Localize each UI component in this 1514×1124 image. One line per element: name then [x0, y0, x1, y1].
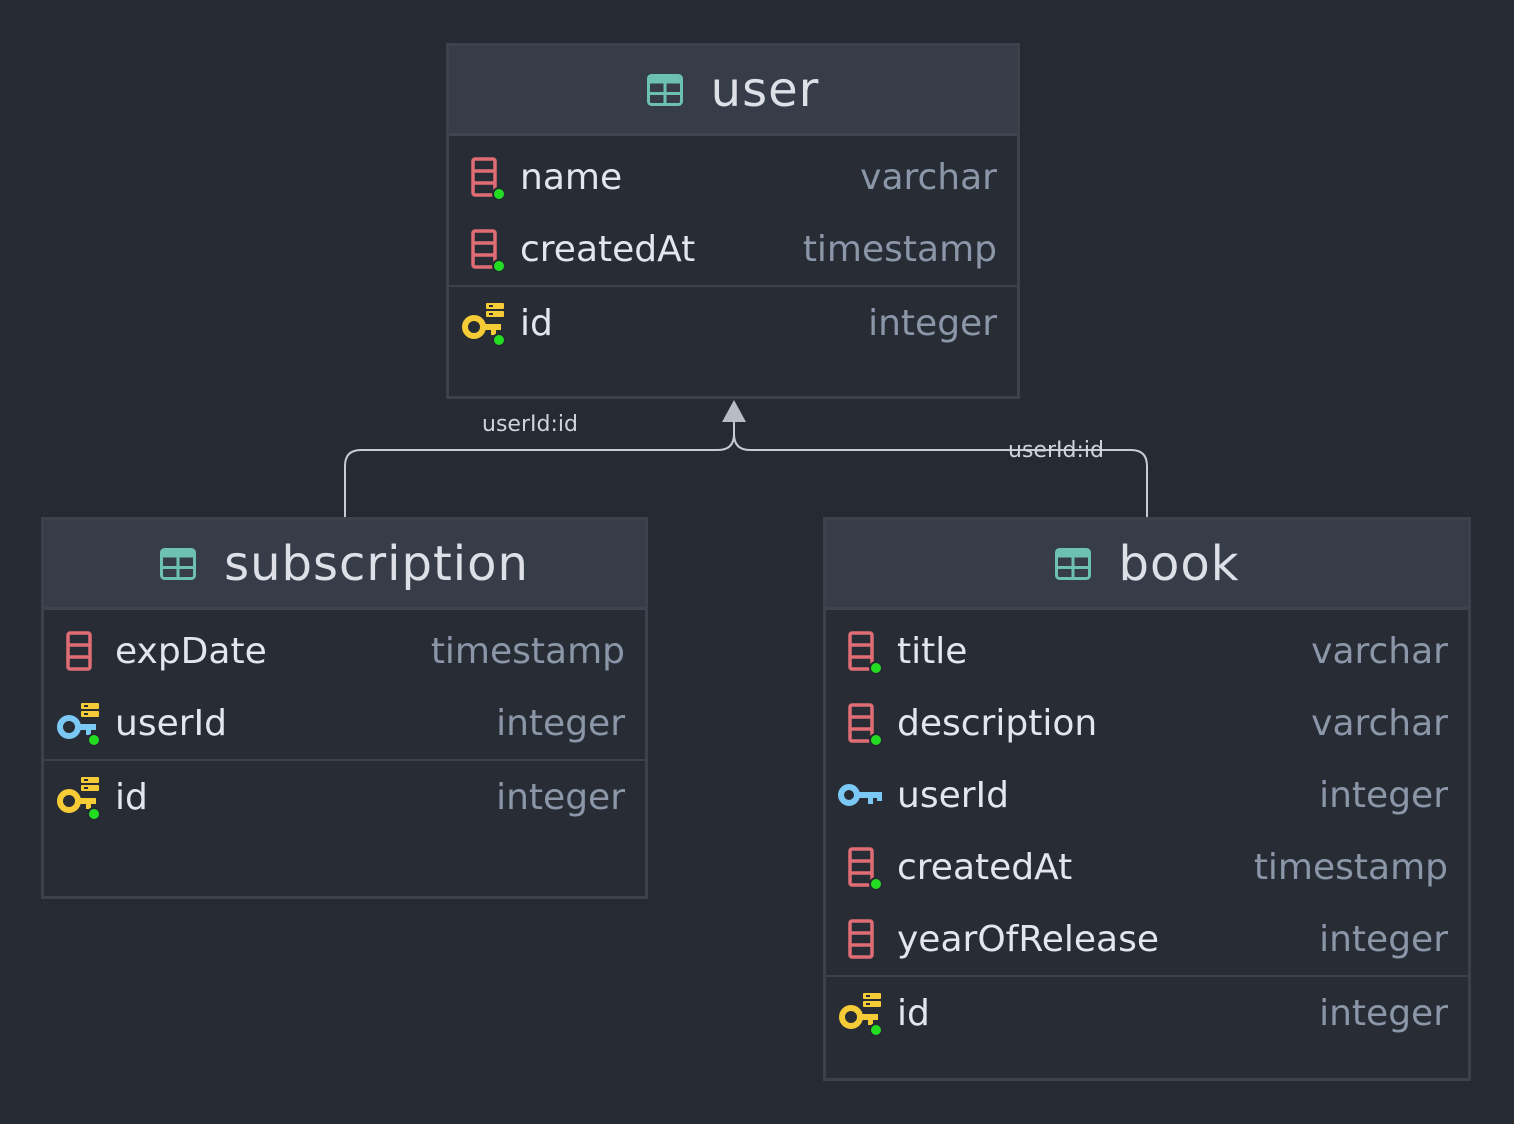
column-not-null-icon [461, 225, 509, 273]
table-header[interactable]: user [449, 46, 1017, 136]
primary-key-icon [838, 989, 886, 1037]
column-type: timestamp [430, 630, 625, 672]
column-type: integer [496, 702, 625, 744]
column-icon [838, 915, 886, 963]
key-row[interactable]: id integer [449, 287, 1017, 359]
column-name: expDate [115, 630, 267, 672]
table-title: user [710, 61, 820, 118]
column-type: integer [1319, 992, 1448, 1034]
column-name: createdAt [520, 228, 696, 270]
column-name: title [897, 630, 968, 672]
edge-arrowhead [722, 400, 746, 422]
edge-label-book: userId:id [1008, 438, 1104, 463]
primary-key-icon [56, 773, 104, 821]
column-row[interactable]: title varchar [826, 615, 1468, 687]
column-row[interactable]: description varchar [826, 687, 1468, 759]
column-not-null-icon [461, 153, 509, 201]
table-icon [647, 74, 683, 106]
column-type: timestamp [1253, 846, 1448, 888]
table-book[interactable]: book title varchar description varchar u… [823, 517, 1471, 1081]
table-title: subscription [224, 535, 529, 592]
table-subscription[interactable]: subscription expDate timestamp userId in… [41, 517, 648, 899]
key-row[interactable]: id integer [44, 761, 645, 833]
column-name: id [897, 992, 930, 1034]
foreign-key-index-icon [56, 699, 104, 747]
table-title: book [1118, 535, 1240, 592]
column-icon [56, 627, 104, 675]
column-name: yearOfRelease [897, 918, 1159, 960]
column-row[interactable]: createdAt timestamp [449, 213, 1017, 285]
key-row[interactable]: id integer [826, 977, 1468, 1049]
foreign-key-icon [838, 771, 886, 819]
column-type: integer [496, 776, 625, 818]
column-row[interactable]: name varchar [449, 141, 1017, 213]
column-row[interactable]: expDate timestamp [44, 615, 645, 687]
column-name: description [897, 702, 1098, 744]
column-row[interactable]: userId integer [826, 759, 1468, 831]
column-name: id [115, 776, 148, 818]
column-name: createdAt [897, 846, 1073, 888]
column-name: id [520, 302, 553, 344]
column-type: varchar [1311, 702, 1448, 744]
column-not-null-icon [838, 699, 886, 747]
column-name: userId [897, 774, 1009, 816]
column-type: integer [1319, 918, 1448, 960]
table-icon [160, 548, 196, 580]
column-row[interactable]: userId integer [44, 687, 645, 759]
edge-label-subscription: userId:id [482, 412, 578, 437]
column-row[interactable]: yearOfRelease integer [826, 903, 1468, 975]
column-not-null-icon [838, 627, 886, 675]
table-user[interactable]: user name varchar createdAt timestamp id… [446, 43, 1020, 399]
column-type: integer [1319, 774, 1448, 816]
column-not-null-icon [838, 843, 886, 891]
column-type: timestamp [802, 228, 997, 270]
table-header[interactable]: subscription [44, 520, 645, 610]
table-header[interactable]: book [826, 520, 1468, 610]
column-type: integer [868, 302, 997, 344]
column-type: varchar [860, 156, 997, 198]
table-icon [1055, 548, 1091, 580]
column-type: varchar [1311, 630, 1448, 672]
column-name: userId [115, 702, 227, 744]
column-name: name [520, 156, 623, 198]
column-row[interactable]: createdAt timestamp [826, 831, 1468, 903]
primary-key-icon [461, 299, 509, 347]
